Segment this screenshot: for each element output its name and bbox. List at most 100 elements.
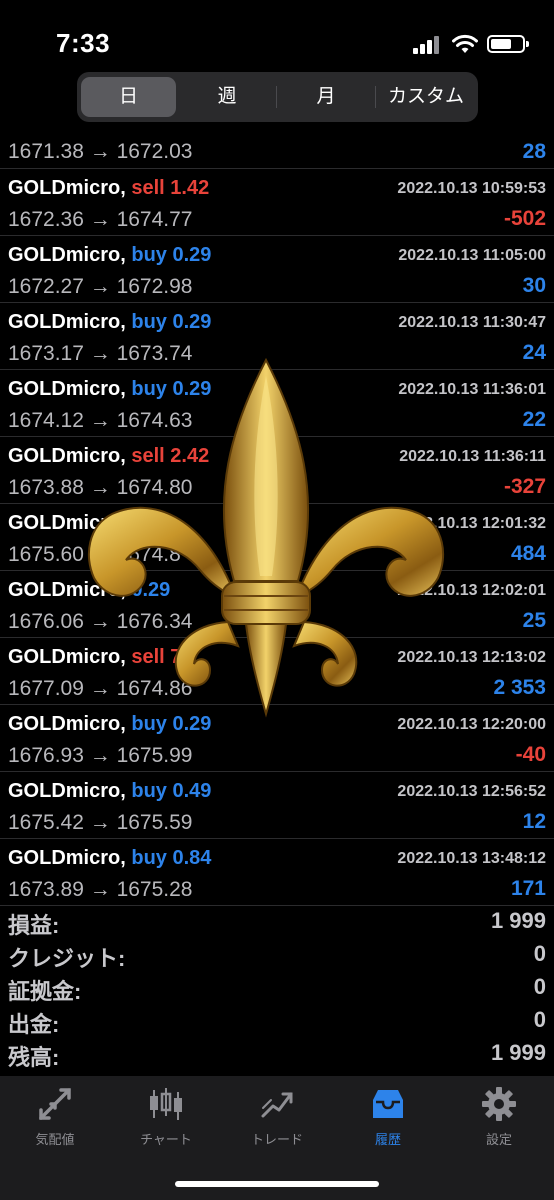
trade-datetime: 2022.10.13 11:05:00 bbox=[398, 247, 546, 264]
summary-withdrawal: 出金: 0 bbox=[0, 1007, 554, 1040]
segment-custom[interactable]: カスタム bbox=[376, 77, 476, 117]
trade-symbol: GOLDmicro, bbox=[8, 847, 126, 869]
inbox-tray-icon bbox=[373, 1090, 403, 1118]
trade-trend-icon bbox=[261, 1092, 293, 1118]
summary-label: 損益: bbox=[8, 913, 60, 938]
trade-title: GOLDmicro, sell 2.42 bbox=[8, 445, 209, 468]
trade-volume: 7 bbox=[170, 646, 182, 668]
summary-label: クレジット: bbox=[8, 946, 126, 971]
trade-profit: -502 bbox=[503, 207, 546, 230]
trade-row[interactable]: GOLDmicro, sell 7 2022.10.13 12:13:02 16… bbox=[0, 638, 554, 705]
trade-profit: 24 bbox=[522, 341, 546, 364]
trade-symbol: GOLDmicro, bbox=[8, 646, 126, 668]
trade-row[interactable]: GOLDmicro, buy 0.29 2022.10.13 11:36:01 … bbox=[0, 370, 554, 437]
trade-side: sell bbox=[131, 177, 165, 199]
trade-symbol: GOLDmicro, bbox=[8, 579, 126, 601]
trade-side: buy bbox=[131, 780, 167, 802]
trade-prices: 1675.42 → 1675.59 bbox=[8, 811, 193, 834]
trade-row[interactable]: GOLDmicro, sell 2.42 2022.10.13 11:36:11… bbox=[0, 437, 554, 504]
segment-week[interactable]: 週 bbox=[178, 77, 276, 117]
trade-prices: 1677.09 → 1674.86 bbox=[8, 677, 193, 700]
trade-row[interactable]: 1671.38 → 1672.03 28 bbox=[0, 136, 554, 169]
summary-credit: クレジット: 0 bbox=[0, 941, 554, 974]
trade-title: GOLDmicro, buy 0.49 bbox=[8, 780, 211, 803]
trade-side: buy bbox=[131, 244, 167, 266]
trade-profit: 22 bbox=[522, 408, 546, 431]
trade-datetime: 2022.10.13 12:01:32 bbox=[397, 515, 546, 532]
trade-side: buy bbox=[131, 713, 167, 735]
trade-symbol: GOLDmicro, bbox=[8, 378, 126, 400]
summary-profit: 損益: 1 999 bbox=[0, 908, 554, 941]
candlestick-chart-icon bbox=[150, 1088, 182, 1120]
trade-datetime: 2022.10.13 12:02:01 bbox=[397, 582, 546, 599]
trade-row[interactable]: GOLDmicro, buy 0.29 2022.10.13 11:30:47 … bbox=[0, 303, 554, 370]
trade-row[interactable]: GOLDmicro, buy 0.84 2022.10.13 13:48:12 … bbox=[0, 839, 554, 906]
trade-profit: -327 bbox=[503, 475, 546, 498]
trade-row[interactable]: GOLDmicro, sell 1.42 2022.10.13 10:59:53… bbox=[0, 169, 554, 236]
trade-datetime: 2022.10.13 12:20:00 bbox=[397, 716, 546, 733]
quotes-arrows-icon bbox=[39, 1088, 71, 1120]
status-bar: 7:33 bbox=[0, 0, 554, 80]
home-indicator[interactable] bbox=[175, 1181, 379, 1187]
trade-symbol: GOLDmicro, bbox=[8, 512, 126, 534]
trade-symbol: GOLDmicro, bbox=[8, 244, 126, 266]
trade-profit: 2 353 bbox=[493, 676, 546, 699]
summary-value: 0 bbox=[533, 941, 546, 966]
summary-label: 出金: bbox=[8, 1012, 60, 1037]
trade-prices: 1675.60 → 1674.8 bbox=[8, 543, 181, 566]
trade-profit: 12 bbox=[522, 810, 546, 833]
wifi-icon bbox=[452, 34, 478, 53]
tab-label: チャート bbox=[140, 1132, 192, 1147]
gear-icon bbox=[482, 1087, 516, 1121]
trade-row[interactable]: GOLDmicro, buy 0.29 2022.10.13 12:20:00 … bbox=[0, 705, 554, 772]
trade-row[interactable]: GOLDmicro, 0.29 2022.10.13 12:02:01 1676… bbox=[0, 571, 554, 638]
segment-month[interactable]: 月 bbox=[277, 77, 375, 117]
period-segmented-control: 日 週 月 カスタム bbox=[77, 72, 478, 122]
status-time: 7:33 bbox=[56, 28, 111, 58]
trade-prices: 1673.88 → 1674.80 bbox=[8, 476, 193, 499]
trade-volume: 0.29 bbox=[131, 579, 171, 601]
trade-row[interactable]: GOLDmicro, 2022.10.13 12:01:32 1675.60 →… bbox=[0, 504, 554, 571]
trade-prices: 1674.12 → 1674.63 bbox=[8, 409, 193, 432]
trade-profit: 28 bbox=[522, 140, 546, 163]
tab-label: 設定 bbox=[485, 1132, 512, 1147]
trade-row[interactable]: GOLDmicro, buy 0.29 2022.10.13 11:05:00 … bbox=[0, 236, 554, 303]
trade-profit: -40 bbox=[515, 743, 546, 766]
cellular-signal-icon bbox=[413, 36, 441, 54]
trade-volume: 0.29 bbox=[172, 244, 212, 266]
tab-chart[interactable]: チャート bbox=[111, 1086, 221, 1150]
trade-row[interactable]: GOLDmicro, buy 0.49 2022.10.13 12:56:52 … bbox=[0, 772, 554, 839]
trade-prices: 1676.06 → 1676.34 bbox=[8, 610, 193, 633]
trade-profit: 25 bbox=[522, 609, 546, 632]
trade-volume: 0.29 bbox=[172, 713, 212, 735]
tab-settings[interactable]: 設定 bbox=[444, 1086, 554, 1150]
tab-label: トレード bbox=[250, 1132, 303, 1147]
trade-prices: 1672.36 → 1674.77 bbox=[8, 208, 193, 231]
battery-icon bbox=[487, 35, 529, 53]
trade-side: buy bbox=[131, 311, 167, 333]
trade-side: sell bbox=[131, 445, 165, 467]
trade-volume: 0.84 bbox=[172, 847, 212, 869]
trade-volume: 0.29 bbox=[172, 378, 212, 400]
trade-volume: 1.42 bbox=[170, 177, 210, 199]
tab-label: 履歴 bbox=[374, 1132, 401, 1147]
tab-quotes[interactable]: 気配値 bbox=[0, 1086, 110, 1150]
trade-title: GOLDmicro, buy 0.29 bbox=[8, 378, 211, 401]
tab-label: 気配値 bbox=[35, 1132, 75, 1147]
trade-symbol: GOLDmicro, bbox=[8, 311, 126, 333]
summary-label: 残高: bbox=[8, 1045, 60, 1070]
summary-label: 証拠金: bbox=[8, 979, 82, 1004]
trade-datetime: 2022.10.13 11:30:47 bbox=[398, 314, 546, 331]
trade-title: GOLDmicro, buy 0.29 bbox=[8, 713, 211, 736]
trade-datetime: 2022.10.13 10:59:53 bbox=[397, 180, 546, 197]
summary-balance: 残高: 1 999 bbox=[0, 1040, 554, 1073]
tab-trade[interactable]: トレード bbox=[222, 1086, 332, 1150]
trade-volume: 0.29 bbox=[172, 311, 212, 333]
trade-profit: 171 bbox=[510, 877, 546, 900]
tab-history[interactable]: 履歴 bbox=[333, 1086, 443, 1150]
summary-value: 0 bbox=[533, 1007, 546, 1032]
trade-prices: 1671.38 → 1672.03 bbox=[8, 140, 193, 163]
trade-title: GOLDmicro, buy 0.29 bbox=[8, 244, 211, 267]
trade-title: GOLDmicro, bbox=[8, 512, 126, 535]
segment-day[interactable]: 日 bbox=[81, 77, 176, 117]
